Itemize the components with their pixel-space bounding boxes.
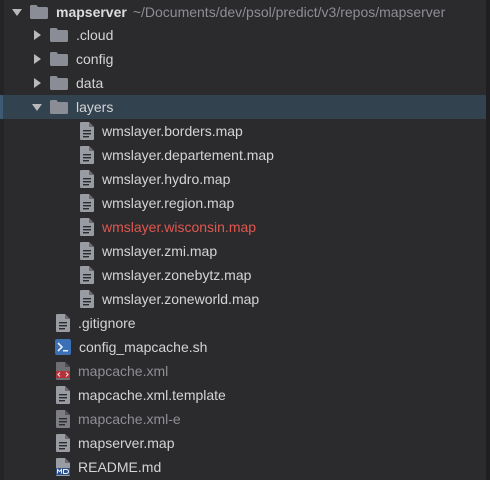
- tree-file-row[interactable]: wmslayer.zmi.map: [0, 239, 486, 263]
- tree-file-row[interactable]: .gitignore: [0, 311, 486, 335]
- tree-file-row[interactable]: wmslayer.zoneworld.map: [0, 287, 486, 311]
- folder-icon: [50, 52, 68, 66]
- tree-folder-data[interactable]: data: [0, 71, 486, 95]
- folder-icon: [50, 76, 68, 90]
- file-label: mapcache.xml.template: [78, 387, 226, 403]
- file-label: wmslayer.hydro.map: [102, 171, 231, 187]
- file-icon: [80, 146, 94, 164]
- tree-file-row[interactable]: config_mapcache.sh: [0, 335, 486, 359]
- tree-file-row-ignored[interactable]: mapcache.xml-e: [0, 407, 486, 431]
- tree-file-row[interactable]: mapcache.xml.template: [0, 383, 486, 407]
- scrollbar-track[interactable]: [486, 0, 490, 480]
- file-icon: [80, 290, 94, 308]
- tree-file-row[interactable]: wmslayer.borders.map: [0, 119, 486, 143]
- tree-folder-config[interactable]: config: [0, 47, 486, 71]
- folder-open-icon: [50, 100, 68, 114]
- folder-label: data: [76, 75, 104, 91]
- file-icon: [80, 194, 94, 212]
- file-icon: [56, 386, 70, 404]
- folder-icon: [50, 28, 68, 42]
- file-label-ignored: mapcache.xml: [78, 363, 169, 379]
- selection-indicator: [0, 95, 3, 119]
- tree-folder-layers[interactable]: layers: [0, 95, 486, 119]
- chevron-down-icon[interactable]: [12, 7, 22, 17]
- terminal-icon: [55, 339, 71, 355]
- tree-file-row-ignored[interactable]: mapcache.xml: [0, 359, 486, 383]
- tree-folder-cloud[interactable]: .cloud: [0, 23, 486, 47]
- root-folder-path: ~/Documents/dev/psol/predict/v3/repos/ma…: [132, 4, 446, 20]
- file-label: wmslayer.zonebytz.map: [102, 267, 252, 283]
- tree-file-row[interactable]: README.md: [0, 455, 486, 479]
- file-icon: [56, 314, 70, 332]
- tree-root-row[interactable]: mapserver ~/Documents/dev/psol/predict/v…: [0, 0, 486, 24]
- tree-file-row[interactable]: wmslayer.zonebytz.map: [0, 263, 486, 287]
- file-label: wmslayer.zoneworld.map: [102, 291, 260, 307]
- tree-file-row[interactable]: mapserver.map: [0, 431, 486, 455]
- file-icon: [80, 218, 94, 236]
- file-icon: [56, 434, 70, 452]
- file-label: wmslayer.region.map: [102, 195, 235, 211]
- file-label: wmslayer.zmi.map: [102, 243, 218, 259]
- tree-file-row[interactable]: wmslayer.hydro.map: [0, 167, 486, 191]
- folder-label: layers: [76, 99, 114, 115]
- tree-file-row[interactable]: wmslayer.departement.map: [0, 143, 486, 167]
- file-label: mapserver.map: [78, 435, 175, 451]
- markdown-icon: [56, 458, 70, 476]
- root-folder-name: mapserver: [56, 4, 127, 20]
- file-label-modified: wmslayer.wisconsin.map: [102, 219, 257, 235]
- tree-file-row[interactable]: wmslayer.region.map: [0, 191, 486, 215]
- chevron-right-icon[interactable]: [32, 54, 42, 64]
- tree-file-row-modified[interactable]: wmslayer.wisconsin.map: [0, 215, 486, 239]
- file-label: README.md: [78, 459, 162, 475]
- file-label: config_mapcache.sh: [79, 339, 208, 355]
- folder-icon: [30, 5, 48, 19]
- file-icon: [80, 266, 94, 284]
- file-label: wmslayer.borders.map: [102, 123, 243, 139]
- file-tree-panel: mapserver ~/Documents/dev/psol/predict/v…: [0, 0, 490, 480]
- folder-label: .cloud: [76, 27, 114, 43]
- folder-label: config: [76, 51, 114, 67]
- file-icon: [80, 122, 94, 140]
- file-icon: [56, 410, 70, 428]
- file-icon: [80, 170, 94, 188]
- file-label-ignored: mapcache.xml-e: [78, 411, 181, 427]
- file-icon: [80, 242, 94, 260]
- xml-icon: [56, 362, 70, 380]
- chevron-right-icon[interactable]: [32, 78, 42, 88]
- file-label: .gitignore: [78, 315, 136, 331]
- file-label: wmslayer.departement.map: [102, 147, 274, 163]
- chevron-down-icon[interactable]: [32, 102, 42, 112]
- chevron-right-icon[interactable]: [32, 30, 42, 40]
